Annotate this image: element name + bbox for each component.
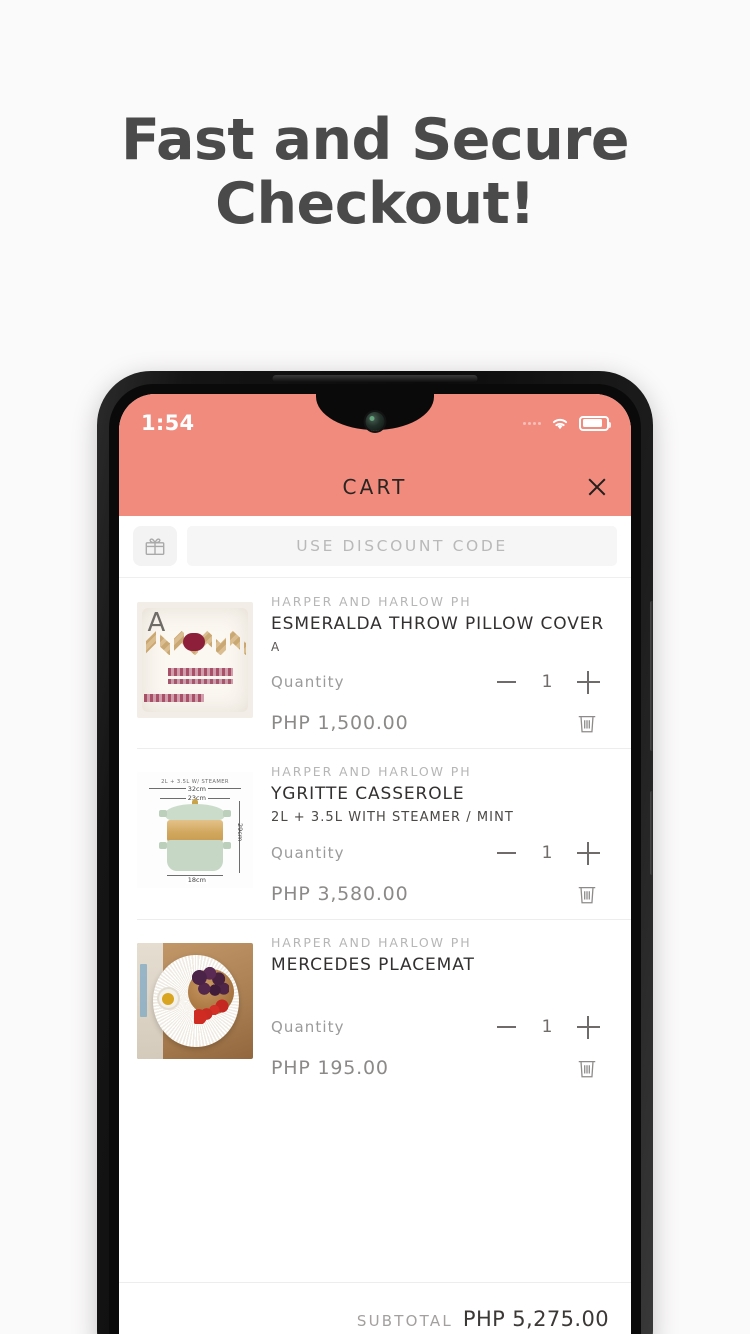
quantity-stepper: Quantity 1 — [271, 1012, 609, 1042]
quantity-label: Quantity — [271, 673, 345, 691]
cart-item-details: HARPER AND HARLOW PH MERCEDES PLACEMAT Q… — [271, 933, 609, 1083]
volume-button[interactable] — [650, 601, 653, 751]
trash-icon[interactable] — [573, 879, 601, 909]
cart-item-brand: HARPER AND HARLOW PH — [271, 935, 472, 950]
app-header: CART — [119, 458, 631, 516]
decrease-quantity-button[interactable] — [485, 1012, 527, 1042]
placemat-image[interactable] — [137, 943, 253, 1059]
page-title: CART — [342, 475, 408, 499]
cart-item-brand: HARPER AND HARLOW PH — [271, 594, 472, 609]
quantity-stepper: Quantity 1 — [271, 838, 609, 868]
decrease-quantity-button[interactable] — [485, 838, 527, 868]
promo-headline-line-2: Checkout! — [215, 171, 535, 237]
gift-icon[interactable] — [133, 526, 177, 566]
thumb-label-height: 29cm — [235, 823, 244, 842]
promo-headline-line-1: Fast and Secure — [120, 107, 630, 173]
increase-quantity-button[interactable] — [567, 667, 609, 697]
phone-screen: 1:54 CART USE DISCOUNT CODE A HARPER AND… — [119, 394, 631, 1334]
earpiece-speaker — [272, 375, 478, 382]
thumb-label-width-outer: 32cm — [185, 784, 208, 793]
increase-quantity-button[interactable] — [567, 1012, 609, 1042]
cart-item-price-row: PHP 195.00 — [271, 1053, 609, 1083]
quantity-label: Quantity — [271, 1018, 345, 1036]
cart-item-variant: 2L + 3.5L WITH STEAMER / MINT — [271, 810, 514, 825]
subtotal-label: SUBTOTAL — [356, 1312, 453, 1330]
signal-dots-icon — [523, 421, 541, 425]
cart-item-name: MERCEDES PLACEMAT — [271, 955, 475, 975]
cart-item-variant: A — [271, 640, 280, 654]
cart-item-list: A HARPER AND HARLOW PH ESMERALDA THROW P… — [119, 578, 631, 1093]
screenshot-canvas: Fast and Secure Checkout! 1:54 CART USE … — [0, 0, 750, 1334]
cart-footer: SUBTOTAL PHP 5,275.00 CHECKOUT — [119, 1282, 631, 1334]
quantity-label: Quantity — [271, 844, 345, 862]
status-bar: 1:54 — [119, 394, 631, 458]
cart-item-price: PHP 1,500.00 — [271, 712, 409, 734]
cart-item: HARPER AND HARLOW PH MERCEDES PLACEMAT Q… — [119, 919, 631, 1093]
cart-item-details: HARPER AND HARLOW PH ESMERALDA THROW PIL… — [271, 592, 609, 738]
casserole-image[interactable]: 2L + 3.5L W/ STEAMER 32cm 23cm 29cm 18cm — [137, 772, 253, 888]
cart-item-name: ESMERALDA THROW PILLOW COVER — [271, 614, 605, 634]
thumb-label-width-base: 18cm — [185, 876, 208, 885]
promo-headline: Fast and Secure Checkout! — [0, 108, 750, 236]
increase-quantity-button[interactable] — [567, 838, 609, 868]
power-button[interactable] — [650, 791, 653, 875]
cart-item-details: HARPER AND HARLOW PH YGRITTE CASSEROLE 2… — [271, 762, 609, 909]
wifi-icon — [552, 418, 568, 429]
quantity-value: 1 — [541, 843, 553, 863]
status-bar-clock: 1:54 — [141, 411, 195, 435]
phone-mockup: 1:54 CART USE DISCOUNT CODE A HARPER AND… — [97, 371, 653, 1334]
phone-bezel: 1:54 CART USE DISCOUNT CODE A HARPER AND… — [109, 384, 641, 1334]
cart-item-price-row: PHP 1,500.00 — [271, 708, 609, 738]
discount-code-placeholder: USE DISCOUNT CODE — [296, 537, 508, 555]
quantity-stepper: Quantity 1 — [271, 667, 609, 697]
subtotal-value: PHP 5,275.00 — [462, 1307, 609, 1331]
cart-item-brand: HARPER AND HARLOW PH — [271, 764, 472, 779]
cart-item-name: YGRITTE CASSEROLE — [271, 784, 465, 804]
status-bar-indicators — [523, 415, 611, 432]
cart-item-price: PHP 195.00 — [271, 1057, 389, 1079]
battery-icon — [579, 415, 611, 431]
close-icon[interactable] — [585, 475, 609, 499]
decrease-quantity-button[interactable] — [485, 667, 527, 697]
trash-icon[interactable] — [573, 1053, 601, 1083]
cart-item: A HARPER AND HARLOW PH ESMERALDA THROW P… — [119, 578, 631, 748]
cart-item-price-row: PHP 3,580.00 — [271, 879, 609, 909]
cart-item-price: PHP 3,580.00 — [271, 883, 409, 905]
discount-code-row: USE DISCOUNT CODE — [119, 516, 631, 578]
throw-pillow-cover-image[interactable]: A — [137, 602, 253, 718]
trash-icon[interactable] — [573, 708, 601, 738]
quantity-value: 1 — [541, 1017, 553, 1037]
subtotal-row: SUBTOTAL PHP 5,275.00 — [141, 1307, 609, 1334]
quantity-value: 1 — [541, 672, 553, 692]
cart-item: 2L + 3.5L W/ STEAMER 32cm 23cm 29cm 18cm… — [119, 748, 631, 919]
discount-code-input[interactable]: USE DISCOUNT CODE — [187, 526, 617, 566]
